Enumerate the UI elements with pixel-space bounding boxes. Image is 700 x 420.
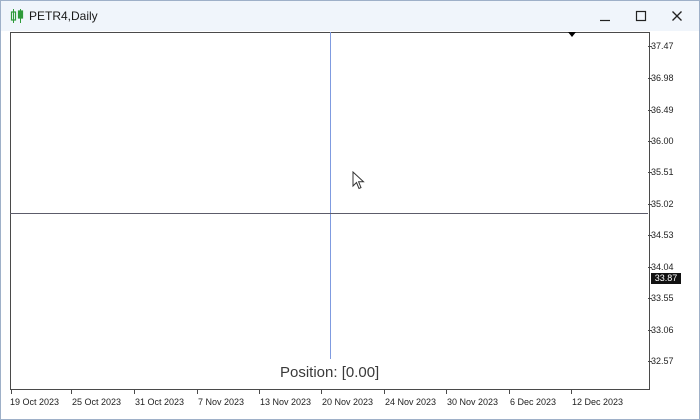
position-readout: Position: [0.00] bbox=[280, 364, 380, 381]
time-label: 13 Nov 2023 bbox=[260, 397, 312, 407]
window-title: PETR4,Daily bbox=[29, 9, 98, 23]
time-tick bbox=[134, 389, 135, 394]
time-label: 31 Oct 2023 bbox=[135, 397, 185, 407]
close-button[interactable] bbox=[662, 5, 692, 27]
period-marker-icon bbox=[568, 32, 576, 37]
price-label: 33.06 bbox=[651, 325, 674, 335]
minimize-button[interactable] bbox=[590, 5, 620, 27]
candlestick-chart-icon bbox=[10, 8, 24, 24]
close-icon bbox=[671, 10, 683, 22]
time-tick bbox=[446, 389, 447, 394]
chart-window: PETR4,Daily bbox=[0, 0, 700, 420]
price-label: 36.00 bbox=[651, 136, 674, 146]
current-price-badge: 33.87 bbox=[651, 273, 681, 284]
time-label: 20 Nov 2023 bbox=[322, 397, 374, 407]
price-label: 34.04 bbox=[651, 262, 674, 272]
time-tick bbox=[197, 389, 198, 394]
time-label: 30 Nov 2023 bbox=[447, 397, 499, 407]
price-label: 35.02 bbox=[651, 199, 674, 209]
maximize-icon bbox=[635, 10, 647, 22]
price-label: 37.47 bbox=[651, 41, 674, 51]
time-label: 12 Dec 2023 bbox=[572, 397, 624, 407]
minimize-icon bbox=[599, 10, 611, 22]
time-tick bbox=[384, 389, 385, 394]
price-label: 35.51 bbox=[651, 167, 674, 177]
time-tick bbox=[509, 389, 510, 394]
maximize-button[interactable] bbox=[626, 5, 656, 27]
time-label: 24 Nov 2023 bbox=[385, 397, 437, 407]
price-label: 36.49 bbox=[651, 105, 674, 115]
time-label: 6 Dec 2023 bbox=[510, 397, 557, 407]
time-tick bbox=[11, 389, 12, 394]
price-label: 33.55 bbox=[651, 293, 674, 303]
time-label: 25 Oct 2023 bbox=[72, 397, 122, 407]
time-tick bbox=[571, 389, 572, 394]
crosshair-vertical-line bbox=[330, 32, 331, 359]
time-label: 19 Oct 2023 bbox=[10, 397, 60, 407]
mouse-pointer-icon bbox=[352, 170, 366, 191]
crosshair-horizontal-line bbox=[10, 213, 648, 214]
time-tick bbox=[71, 389, 72, 394]
title-bar[interactable]: PETR4,Daily bbox=[1, 1, 699, 31]
price-label: 34.53 bbox=[651, 230, 674, 240]
price-label: 36.98 bbox=[651, 73, 674, 83]
time-tick bbox=[321, 389, 322, 394]
price-label: 32.57 bbox=[651, 356, 674, 366]
time-label: 7 Nov 2023 bbox=[198, 397, 245, 407]
time-tick bbox=[259, 389, 260, 394]
